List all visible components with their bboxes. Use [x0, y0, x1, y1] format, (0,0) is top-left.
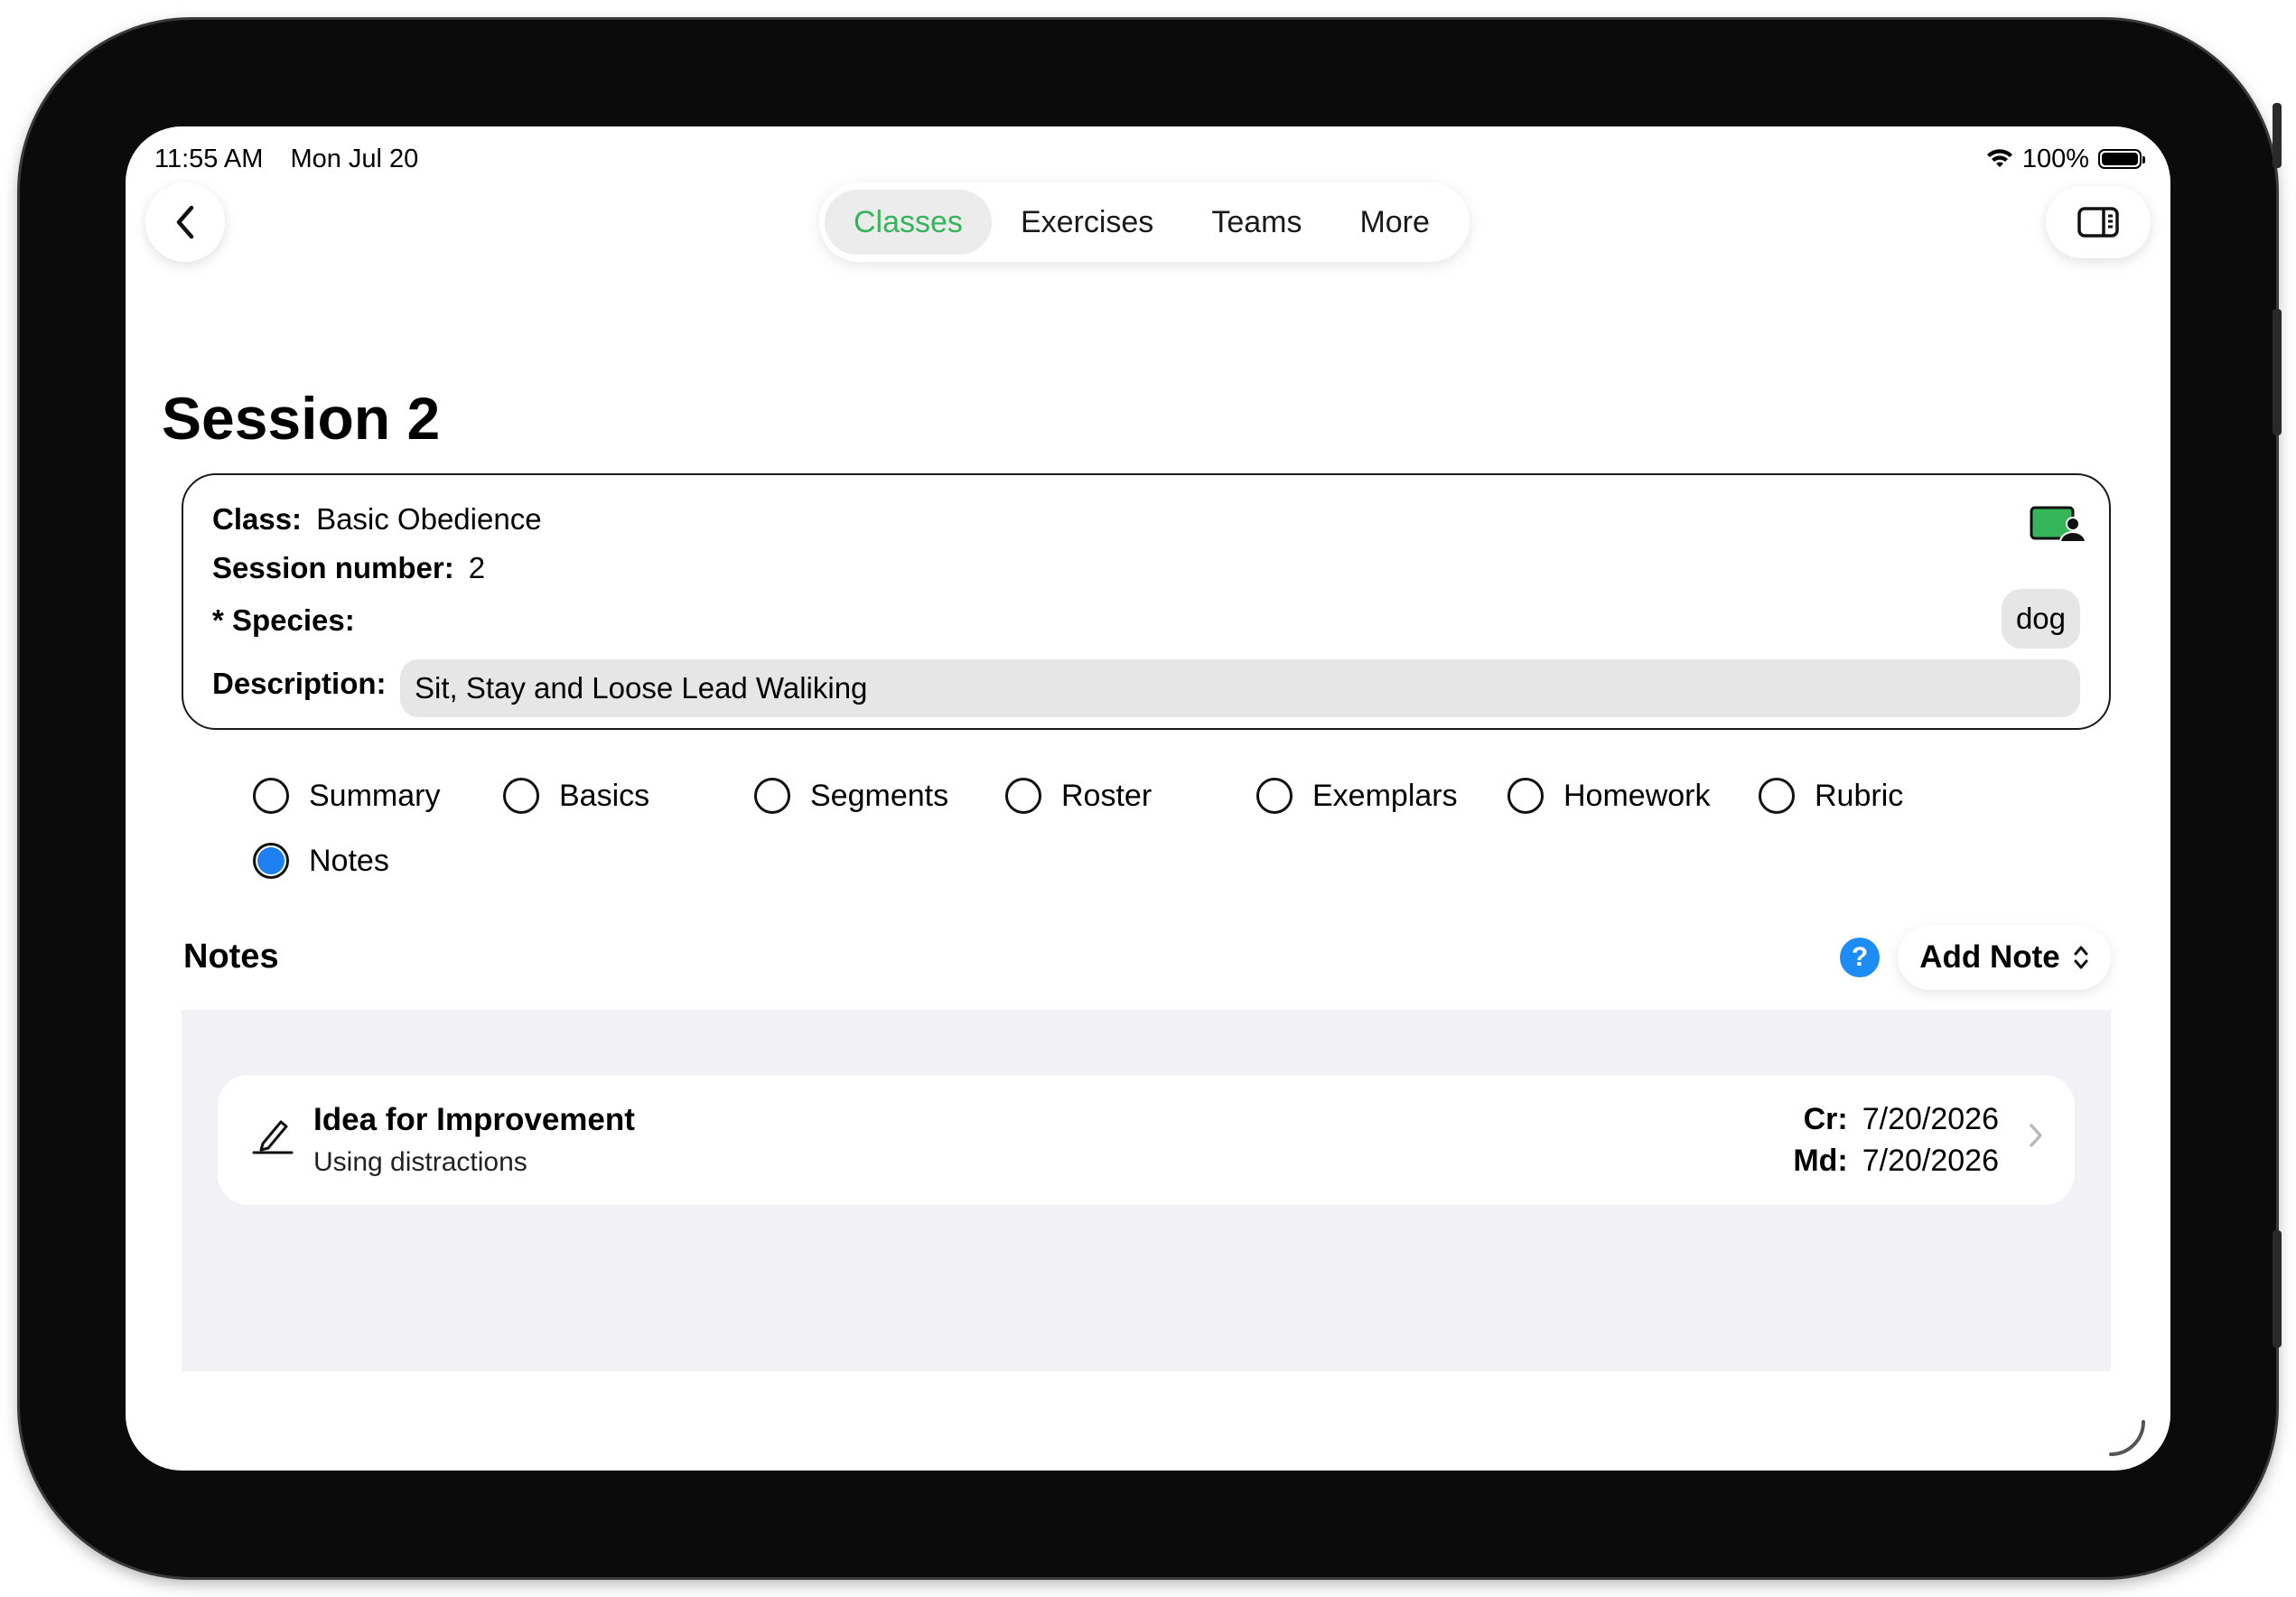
radio-label: Roster	[1061, 778, 1153, 813]
wifi-icon	[1986, 149, 2012, 167]
list-item[interactable]: Idea for Improvement Using distractions …	[218, 1075, 2075, 1205]
tab-more[interactable]: More	[1330, 190, 1458, 255]
radio-circle-selected	[253, 843, 289, 879]
radio-label: Rubric	[1815, 778, 1904, 813]
radio-segments[interactable]: Segments	[754, 778, 948, 814]
pencil-line-icon	[252, 1120, 294, 1154]
add-note-label: Add Note	[1919, 939, 2060, 975]
description-row: Description:	[212, 667, 401, 701]
radio-basics[interactable]: Basics	[503, 778, 649, 814]
status-time: 11:55 AM	[154, 144, 264, 173]
help-button[interactable]: ?	[1840, 938, 1880, 977]
radio-roster[interactable]: Roster	[1005, 778, 1152, 814]
radio-circle	[1507, 778, 1544, 814]
created-label: Cr:	[1803, 1102, 1848, 1136]
class-label: Class:	[212, 502, 303, 536]
radio-summary[interactable]: Summary	[253, 778, 440, 814]
app-screen: 11:55 AM Mon Jul 20 100% Classes Exercis…	[126, 126, 2170, 1471]
radio-rubric[interactable]: Rubric	[1759, 778, 1903, 814]
radio-label: Summary	[309, 778, 441, 813]
radio-circle	[1759, 778, 1795, 814]
class-value: Basic Obedience	[316, 502, 542, 536]
chevron-right-icon	[2030, 1124, 2042, 1147]
battery-percent: 100%	[2021, 144, 2089, 173]
species-label: * Species:	[212, 603, 355, 637]
note-created-row: Cr: 7/20/2026	[1793, 1098, 1999, 1140]
chevron-left-icon	[176, 205, 194, 239]
modified-date: 7/20/2026	[1862, 1144, 1999, 1178]
page-title: Session 2	[162, 385, 441, 452]
description-label: Description:	[212, 667, 387, 700]
species-picker[interactable]: dog	[2001, 589, 2080, 649]
radio-circle	[1005, 778, 1041, 814]
tab-teams[interactable]: Teams	[1182, 190, 1330, 255]
sidebar-right-icon	[2077, 207, 2119, 238]
device-button	[2273, 1230, 2282, 1348]
radio-label: Notes	[309, 843, 389, 878]
tab-exercises[interactable]: Exercises	[992, 190, 1182, 255]
radio-circle	[253, 778, 289, 814]
radio-notes[interactable]: Notes	[253, 843, 389, 879]
add-note-button[interactable]: Add Note	[1898, 925, 2111, 990]
battery-fill	[2102, 153, 2138, 165]
modified-label: Md:	[1793, 1144, 1848, 1178]
radio-label: Exemplars	[1312, 778, 1458, 813]
session-number-row: Session number: 2	[212, 551, 485, 585]
tab-classes[interactable]: Classes	[825, 190, 992, 255]
radio-exemplars[interactable]: Exemplars	[1256, 778, 1458, 814]
radio-label: Basics	[559, 778, 650, 813]
radio-circle	[1256, 778, 1293, 814]
status-date: Mon Jul 20	[290, 144, 419, 173]
class-person-icon	[2030, 506, 2086, 543]
radio-circle	[754, 778, 790, 814]
description-field[interactable]: Sit, Stay and Loose Lead Waliking	[400, 659, 2080, 717]
note-title: Idea for Improvement	[313, 1102, 635, 1137]
species-row: * Species:	[212, 603, 369, 638]
battery-icon	[2098, 149, 2145, 169]
radio-homework[interactable]: Homework	[1507, 778, 1710, 814]
sidebar-toggle-button[interactable]	[2046, 186, 2151, 258]
note-dates: Cr: 7/20/2026 Md: 7/20/2026	[1793, 1098, 1999, 1181]
class-row: Class: Basic Obedience	[212, 502, 542, 537]
note-subtitle: Using distractions	[313, 1147, 527, 1177]
resize-handle-icon[interactable]	[2107, 1418, 2147, 1458]
radio-label: Homework	[1563, 778, 1711, 813]
back-button[interactable]	[145, 182, 225, 262]
session-info-card: Class: Basic Obedience Session number: 2…	[182, 473, 2111, 730]
top-tab-bar: Classes Exercises Teams More	[819, 182, 1470, 262]
notes-heading: Notes	[183, 938, 279, 976]
note-modified-row: Md: 7/20/2026	[1793, 1140, 1999, 1181]
chevron-up-down-icon	[2074, 946, 2088, 969]
radio-circle	[503, 778, 539, 814]
created-date: 7/20/2026	[1862, 1102, 1999, 1136]
status-bar: 11:55 AM Mon Jul 20 100%	[154, 139, 2145, 179]
session-number-label: Session number:	[212, 551, 454, 584]
session-number-value: 2	[468, 551, 486, 584]
device-button	[2273, 103, 2282, 168]
radio-label: Segments	[810, 778, 949, 813]
notes-list: Idea for Improvement Using distractions …	[182, 1010, 2111, 1371]
device-button	[2273, 309, 2282, 435]
